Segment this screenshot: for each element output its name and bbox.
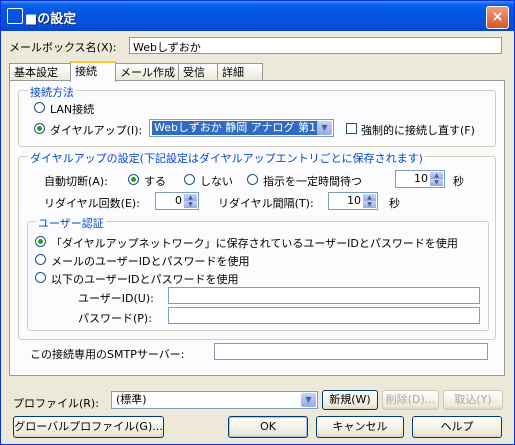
tab-compose[interactable]: メール作成: [115, 63, 179, 80]
redial-count-value: 0: [175, 194, 182, 207]
help-button[interactable]: ヘルプ: [412, 416, 502, 438]
ok-button[interactable]: OK: [228, 416, 308, 438]
profile-label: プロファイル(R):: [13, 397, 99, 410]
userid-input[interactable]: [168, 287, 480, 304]
title-bar[interactable]: ■の設定 ×: [1, 1, 514, 31]
window-icon: [7, 8, 23, 24]
auto-disconnect-wait-label: 指示を一定時間待つ: [263, 175, 362, 188]
spin-up-icon[interactable]: ▲: [430, 172, 443, 179]
tab-advanced[interactable]: 詳細: [217, 63, 263, 80]
wait-seconds-value: 10: [414, 172, 428, 185]
auto-disconnect-yes-label: する: [144, 175, 166, 188]
dialup-entry-value: Webしずおか 静岡 アナログ 第1: [152, 121, 319, 135]
tab-panel: 接続方法 LAN接続 ダイヤルアップ(I): Webしずおか 静岡 アナログ 第…: [9, 80, 505, 376]
auth-custom-label: 以下のユーザーIDとパスワードを使用: [51, 273, 239, 286]
spin-down-icon[interactable]: ▼: [363, 201, 376, 208]
spin-up-icon[interactable]: ▲: [184, 194, 197, 201]
profile-delete-button[interactable]: 削除(D)...: [382, 390, 439, 410]
window-title: ■の設定: [25, 12, 77, 27]
auth-custom-radio[interactable]: [35, 272, 46, 283]
wait-seconds-unit: 秒: [453, 175, 464, 188]
lan-radio[interactable]: [34, 102, 45, 113]
redial-count-label: リダイヤル回数(E):: [44, 197, 140, 210]
dialup-radio[interactable]: [34, 123, 45, 134]
auth-mail-label: メールのユーザーIDとパスワードを使用: [51, 255, 250, 268]
tab-receive[interactable]: 受信: [178, 63, 218, 80]
redial-interval-value: 10: [347, 194, 361, 207]
redial-interval-unit: 秒: [389, 197, 400, 210]
spin-up-icon[interactable]: ▲: [363, 194, 376, 201]
profile-value: (標準): [116, 393, 147, 406]
mailbox-name-input[interactable]: Webしずおか: [129, 37, 502, 54]
connection-method-title: 接続方法: [28, 84, 76, 100]
password-input[interactable]: [168, 307, 480, 324]
force-reconnect-label: 強制的に接続し直す(F): [361, 124, 475, 137]
tab-connection[interactable]: 接続: [70, 61, 116, 82]
chevron-down-icon[interactable]: ▼: [317, 121, 332, 135]
auth-mail-radio[interactable]: [35, 254, 46, 265]
dialup-label: ダイヤルアップ(I):: [50, 124, 143, 137]
force-reconnect-checkbox[interactable]: [346, 123, 357, 134]
lan-label: LAN接続: [50, 103, 95, 116]
spin-down-icon[interactable]: ▼: [184, 201, 197, 208]
mailbox-name-label: メールボックス名(X):: [9, 41, 117, 54]
profile-new-button[interactable]: 新規(W): [322, 390, 378, 410]
tab-basic[interactable]: 基本設定: [9, 63, 71, 80]
wait-seconds-stepper[interactable]: 10 ▲ ▼: [395, 170, 445, 188]
smtp-input[interactable]: [214, 343, 488, 360]
dialog-window: ■の設定 × メールボックス名(X): Webしずおか 基本設定 接続 メール作…: [0, 0, 515, 445]
dialup-settings-title: ダイヤルアップの設定(下記設定はダイヤルアップエントリごとに保存されます): [28, 150, 425, 166]
spin-down-icon[interactable]: ▼: [430, 179, 443, 186]
user-auth-title: ユーザー認証: [36, 215, 106, 231]
userid-label: ユーザーID(U):: [78, 292, 154, 305]
redial-interval-stepper[interactable]: 10 ▲ ▼: [328, 192, 378, 210]
redial-interval-label: リダイヤル間隔(T):: [218, 197, 314, 210]
close-icon[interactable]: ×: [486, 6, 509, 29]
global-profile-button[interactable]: グローバルプロファイル(G)...: [13, 416, 164, 438]
auto-disconnect-wait-radio[interactable]: [247, 174, 258, 185]
redial-count-stepper[interactable]: 0 ▲ ▼: [155, 192, 199, 210]
auth-dun-label: 「ダイヤルアップネットワーク」に保存されているユーザーIDとパスワードを使用: [51, 237, 458, 250]
smtp-label: この接続専用のSMTPサーバー:: [30, 348, 185, 361]
dialup-entry-select[interactable]: Webしずおか 静岡 アナログ 第1 ▼: [149, 119, 334, 137]
cancel-button[interactable]: キャンセル: [316, 416, 404, 438]
chevron-down-icon[interactable]: ▼: [301, 393, 316, 407]
password-label: パスワード(P):: [78, 312, 152, 325]
profile-import-button[interactable]: 取込(Y): [443, 390, 503, 410]
auto-disconnect-no-radio[interactable]: [184, 174, 195, 185]
auto-disconnect-no-label: しない: [200, 175, 233, 188]
profile-select[interactable]: (標準) ▼: [111, 391, 318, 409]
auth-dun-radio[interactable]: [35, 236, 46, 247]
auto-disconnect-yes-radio[interactable]: [128, 174, 139, 185]
auto-disconnect-label: 自動切断(A):: [44, 175, 108, 188]
